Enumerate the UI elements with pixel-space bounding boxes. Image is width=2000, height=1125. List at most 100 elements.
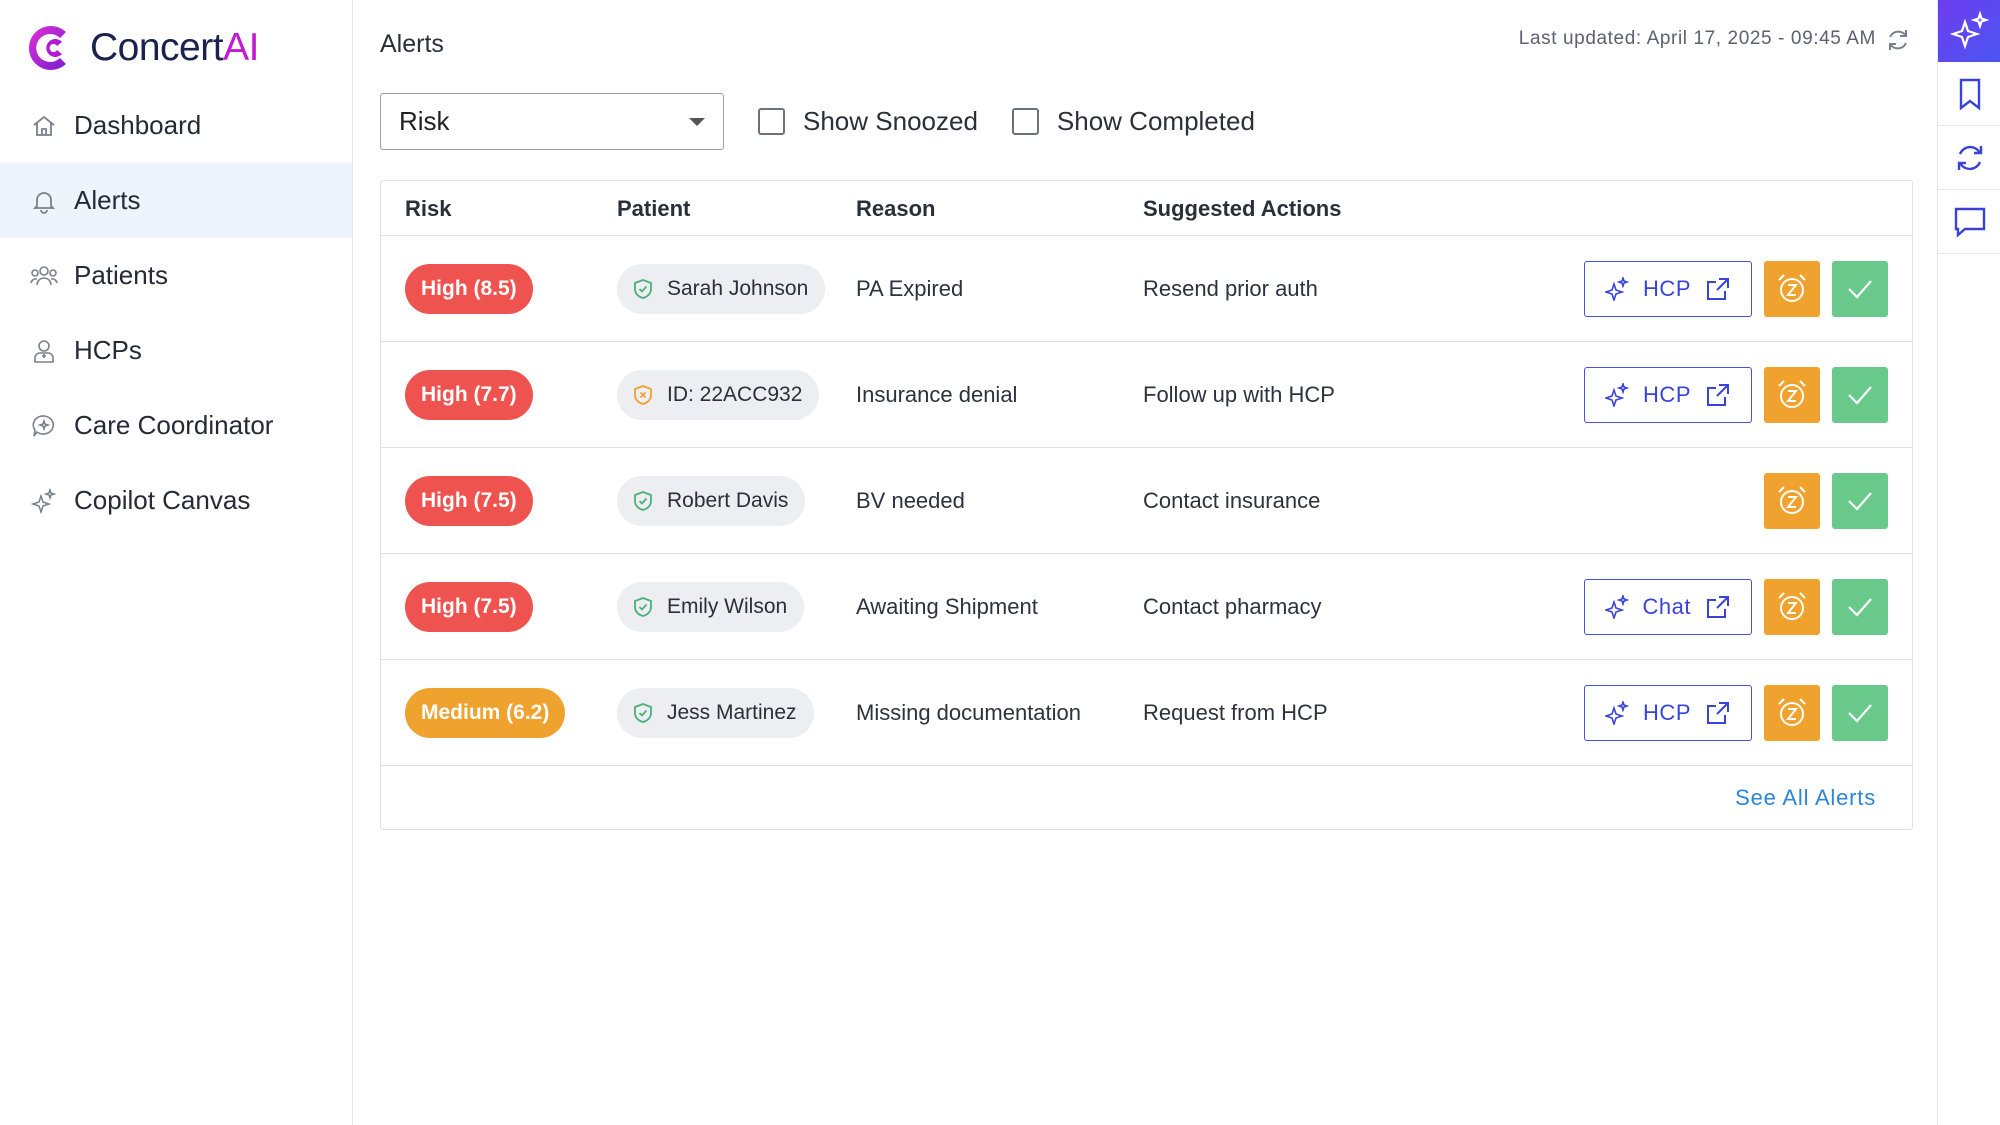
snooze-button[interactable] <box>1764 685 1820 741</box>
snooze-button[interactable] <box>1764 261 1820 317</box>
external-link-icon <box>1707 384 1729 406</box>
copilot-chat-button[interactable]: Chat <box>1583 579 1752 635</box>
table-row: High (7.5) Emily Wilson Awaiting Shipmen… <box>381 554 1912 660</box>
column-header-risk[interactable]: Risk <box>405 196 451 222</box>
shield-warning-icon <box>634 385 652 405</box>
column-header-patient[interactable]: Patient <box>617 196 690 222</box>
complete-button[interactable] <box>1832 473 1888 529</box>
sparkle-icon <box>1605 277 1630 301</box>
complete-button[interactable] <box>1832 261 1888 317</box>
checkbox-box[interactable] <box>758 108 785 135</box>
sidebar-item-hcps[interactable]: HCPs <box>0 313 352 388</box>
see-all-alerts-link[interactable]: See All Alerts <box>1735 785 1876 811</box>
bookmark-button[interactable] <box>1938 62 2000 126</box>
sidebar-item-label: Dashboard <box>74 110 202 140</box>
main-content: Alerts Last updated: April 17, 2025 - 09… <box>354 0 1938 1125</box>
patient-chip[interactable]: Emily Wilson <box>617 582 805 632</box>
sync-button[interactable] <box>1938 126 2000 190</box>
filter-row: Risk Show Snoozed Show Completed <box>380 93 1255 150</box>
refresh-icon <box>1889 30 1907 50</box>
sparkle-icon <box>1605 383 1630 407</box>
sidebar-item-copilot-canvas[interactable]: Copilot Canvas <box>0 463 352 538</box>
copilot-button-label: HCP <box>1643 276 1691 301</box>
checkmark-icon <box>1848 386 1872 405</box>
sidebar-item-care-coordinator[interactable]: Care Coordinator <box>0 388 352 463</box>
sidebar-item-patients[interactable]: Patients <box>0 238 352 313</box>
patient-name: Jess Martinez <box>667 701 797 724</box>
copilot-launch-button[interactable] <box>1938 0 2000 62</box>
complete-button[interactable] <box>1832 367 1888 423</box>
table-header: Risk Patient Reason Suggested Actions <box>381 181 1912 236</box>
snooze-button[interactable] <box>1764 473 1820 529</box>
people-icon <box>30 262 58 290</box>
sidebar-item-label: Copilot Canvas <box>74 485 251 515</box>
brand-name: ConcertAI <box>90 26 259 70</box>
logo[interactable]: ConcertAI <box>24 22 259 74</box>
checkmark-icon <box>1848 492 1872 511</box>
sparkle-icon <box>1949 11 1989 50</box>
show-completed-checkbox[interactable]: Show Completed <box>1011 106 1255 137</box>
sort-select[interactable]: Risk <box>380 93 724 150</box>
row-actions: HCP <box>1584 261 1888 317</box>
patient-name: Robert Davis <box>667 489 789 512</box>
sidebar-item-label: HCPs <box>74 335 142 365</box>
patient-chip[interactable]: ID: 22ACC932 <box>617 370 820 420</box>
external-link-icon <box>1707 702 1729 724</box>
row-actions: HCP <box>1584 685 1888 741</box>
table-row: High (7.5) Robert Davis BV needed Contac… <box>381 448 1912 554</box>
checkmark-icon <box>1848 280 1872 299</box>
table-row: High (7.7) ID: 22ACC932 Insurance denial… <box>381 342 1912 448</box>
row-actions: HCP <box>1584 367 1888 423</box>
copilot-hcp-button[interactable]: HCP <box>1584 261 1752 317</box>
copilot-button-label: Chat <box>1642 594 1691 619</box>
table-row: Medium (6.2) Jess Martinez Missing docum… <box>381 660 1912 766</box>
bell-icon <box>30 187 58 215</box>
external-link-icon <box>1707 278 1729 300</box>
right-rail <box>1937 0 2000 1125</box>
complete-button[interactable] <box>1832 579 1888 635</box>
complete-button[interactable] <box>1832 685 1888 741</box>
shield-check-icon <box>634 491 652 511</box>
copilot-hcp-button[interactable]: HCP <box>1584 367 1752 423</box>
row-actions <box>1764 473 1888 529</box>
sidebar-item-alerts[interactable]: Alerts <box>0 163 352 238</box>
copilot-hcp-button[interactable]: HCP <box>1584 685 1752 741</box>
reason-text: Insurance denial <box>856 382 1018 407</box>
patient-chip[interactable]: Sarah Johnson <box>617 264 826 314</box>
checkmark-icon <box>1848 704 1872 723</box>
alerts-table: Risk Patient Reason Suggested Actions Hi… <box>380 180 1913 830</box>
risk-badge: High (7.5) <box>405 582 533 632</box>
table-row: High (8.5) Sarah Johnson PA Expired Rese… <box>381 236 1912 342</box>
snooze-button[interactable] <box>1764 367 1820 423</box>
brand-name-accent: AI <box>223 26 259 69</box>
copilot-button-label: HCP <box>1643 700 1691 725</box>
shield-check-icon <box>634 279 652 299</box>
patient-chip[interactable]: Robert Davis <box>617 476 806 526</box>
patient-chip[interactable]: Jess Martinez <box>617 688 814 738</box>
snooze-button[interactable] <box>1764 579 1820 635</box>
sync-icon <box>1957 145 1982 170</box>
patient-name: ID: 22ACC932 <box>667 383 803 406</box>
checkmark-icon <box>1848 598 1872 617</box>
shield-check-icon <box>634 703 652 723</box>
risk-badge: High (7.5) <box>405 476 533 526</box>
show-snoozed-label: Show Snoozed <box>803 106 978 136</box>
home-icon <box>30 112 58 140</box>
column-header-reason[interactable]: Reason <box>856 196 935 222</box>
sidebar-item-label: Care Coordinator <box>74 410 274 440</box>
doctor-icon <box>30 337 58 365</box>
show-snoozed-checkbox[interactable]: Show Snoozed <box>758 106 978 137</box>
sparkle-icon <box>30 487 58 515</box>
comment-icon <box>1954 207 1985 238</box>
sidebar-item-dashboard[interactable]: Dashboard <box>0 88 352 163</box>
checkbox-box[interactable] <box>1011 108 1039 135</box>
comment-button[interactable] <box>1938 190 2000 254</box>
row-actions: Chat <box>1583 579 1888 635</box>
refresh-button[interactable] <box>1884 26 1912 54</box>
alarm-clock-icon <box>1778 698 1806 726</box>
sidebar-item-label: Alerts <box>74 185 141 215</box>
sidebar-item-label: Patients <box>74 260 168 290</box>
sidebar-nav: Dashboard Alerts Patients HCPs Care Coor… <box>0 88 352 538</box>
column-header-suggested-actions[interactable]: Suggested Actions <box>1143 196 1341 222</box>
risk-badge: High (8.5) <box>405 264 533 314</box>
